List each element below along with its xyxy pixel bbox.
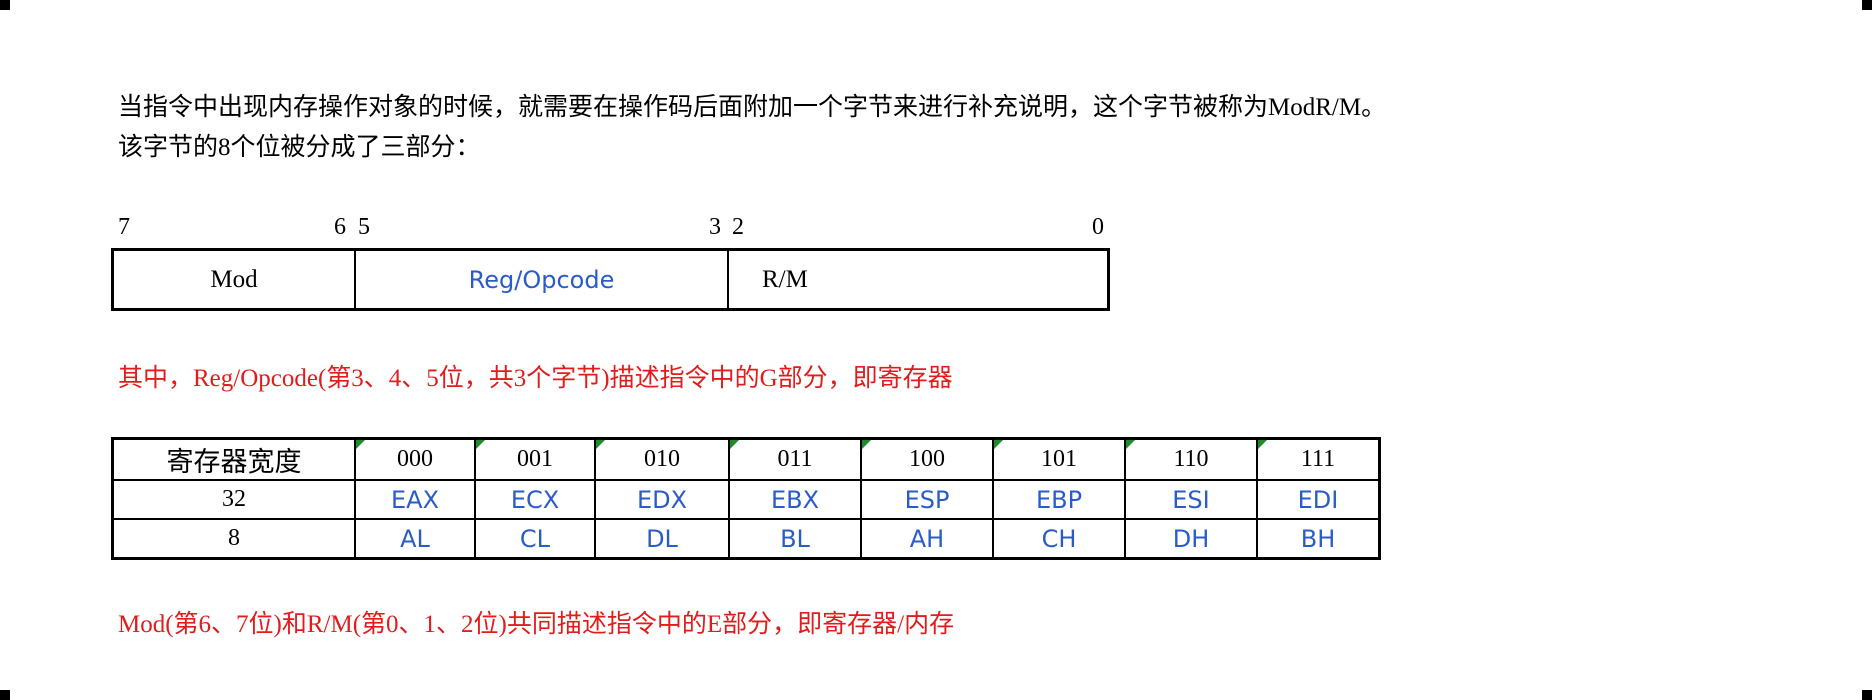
intro-paragraph: 当指令中出现内存操作对象的时候，就需要在操作码后面附加一个字节来进行补充说明，这…	[118, 88, 1386, 168]
register-cell: ECX	[474, 481, 594, 518]
bit-label-5: 5	[358, 214, 370, 240]
table-row: 8 AL CL DL BL AH CH DH BH	[114, 518, 1378, 557]
corner-mark	[1862, 690, 1872, 700]
register-cell: EDI	[1256, 481, 1378, 518]
header-cell-110: 110	[1124, 440, 1256, 479]
register-cell: EBP	[992, 481, 1124, 518]
mod-rm-note: Mod(第6、7位)和R/M(第0、1、2位)共同描述指令中的E部分，即寄存器/…	[118, 611, 955, 638]
cell-flag-marker	[596, 440, 605, 449]
register-cell: EDX	[594, 481, 728, 518]
bit-label-6: 6	[334, 214, 346, 240]
cell-flag-marker	[1258, 440, 1267, 449]
header-cell-001: 001	[474, 440, 594, 479]
corner-mark	[1862, 0, 1872, 10]
bit-label-3: 3	[709, 214, 721, 240]
register-cell: AL	[354, 520, 474, 557]
register-cell: EAX	[354, 481, 474, 518]
register-cell: AH	[860, 520, 992, 557]
cell-flag-marker	[862, 440, 871, 449]
reg-opcode-field: Reg/Opcode	[356, 251, 729, 308]
cell-flag-marker	[730, 440, 739, 449]
corner-mark	[0, 0, 10, 10]
register-cell: CH	[992, 520, 1124, 557]
table-header-row: 寄存器宽度 000 001 010 011 100 101 110 111	[114, 440, 1378, 479]
register-cell: ESI	[1124, 481, 1256, 518]
cell-flag-marker	[994, 440, 1003, 449]
mod-field: Mod	[114, 251, 356, 308]
table-row: 32 EAX ECX EDX EBX ESP EBP ESI EDI	[114, 479, 1378, 518]
header-cell-100: 100	[860, 440, 992, 479]
reg-opcode-note: 其中，Reg/Opcode(第3、4、5位，共3个字节)描述指令中的G部分，即寄…	[118, 365, 953, 392]
rm-field: R/M	[762, 265, 808, 293]
register-cell: DL	[594, 520, 728, 557]
bit-label-0: 0	[1092, 214, 1104, 240]
header-cell-000: 000	[354, 440, 474, 479]
register-cell: BH	[1256, 520, 1378, 557]
register-cell: EBX	[728, 481, 860, 518]
cell-flag-marker	[476, 440, 485, 449]
width-cell: 32	[222, 486, 246, 512]
header-cell-width: 寄存器宽度	[166, 447, 302, 477]
register-cell: ESP	[860, 481, 992, 518]
register-cell: DH	[1124, 520, 1256, 557]
corner-mark	[0, 690, 10, 700]
cell-flag-marker	[356, 440, 365, 449]
bit-label-2: 2	[732, 214, 744, 240]
header-cell-111: 111	[1256, 440, 1378, 479]
header-cell-010: 010	[594, 440, 728, 479]
intro-line-1: 当指令中出现内存操作对象的时候，就需要在操作码后面附加一个字节来进行补充说明，这…	[118, 94, 1387, 121]
modrm-byte-diagram: Mod Reg/Opcode R/M	[111, 248, 1110, 311]
cell-flag-marker	[1126, 440, 1135, 449]
header-cell-011: 011	[728, 440, 860, 479]
register-cell: BL	[728, 520, 860, 557]
header-cell-101: 101	[992, 440, 1124, 479]
register-cell: CL	[474, 520, 594, 557]
register-encoding-table: 寄存器宽度 000 001 010 011 100 101 110 111 32…	[111, 437, 1381, 560]
intro-line-2: 该字节的8个位被分成了三部分：	[118, 134, 481, 161]
bit-label-7: 7	[118, 214, 130, 240]
width-cell: 8	[228, 525, 240, 551]
